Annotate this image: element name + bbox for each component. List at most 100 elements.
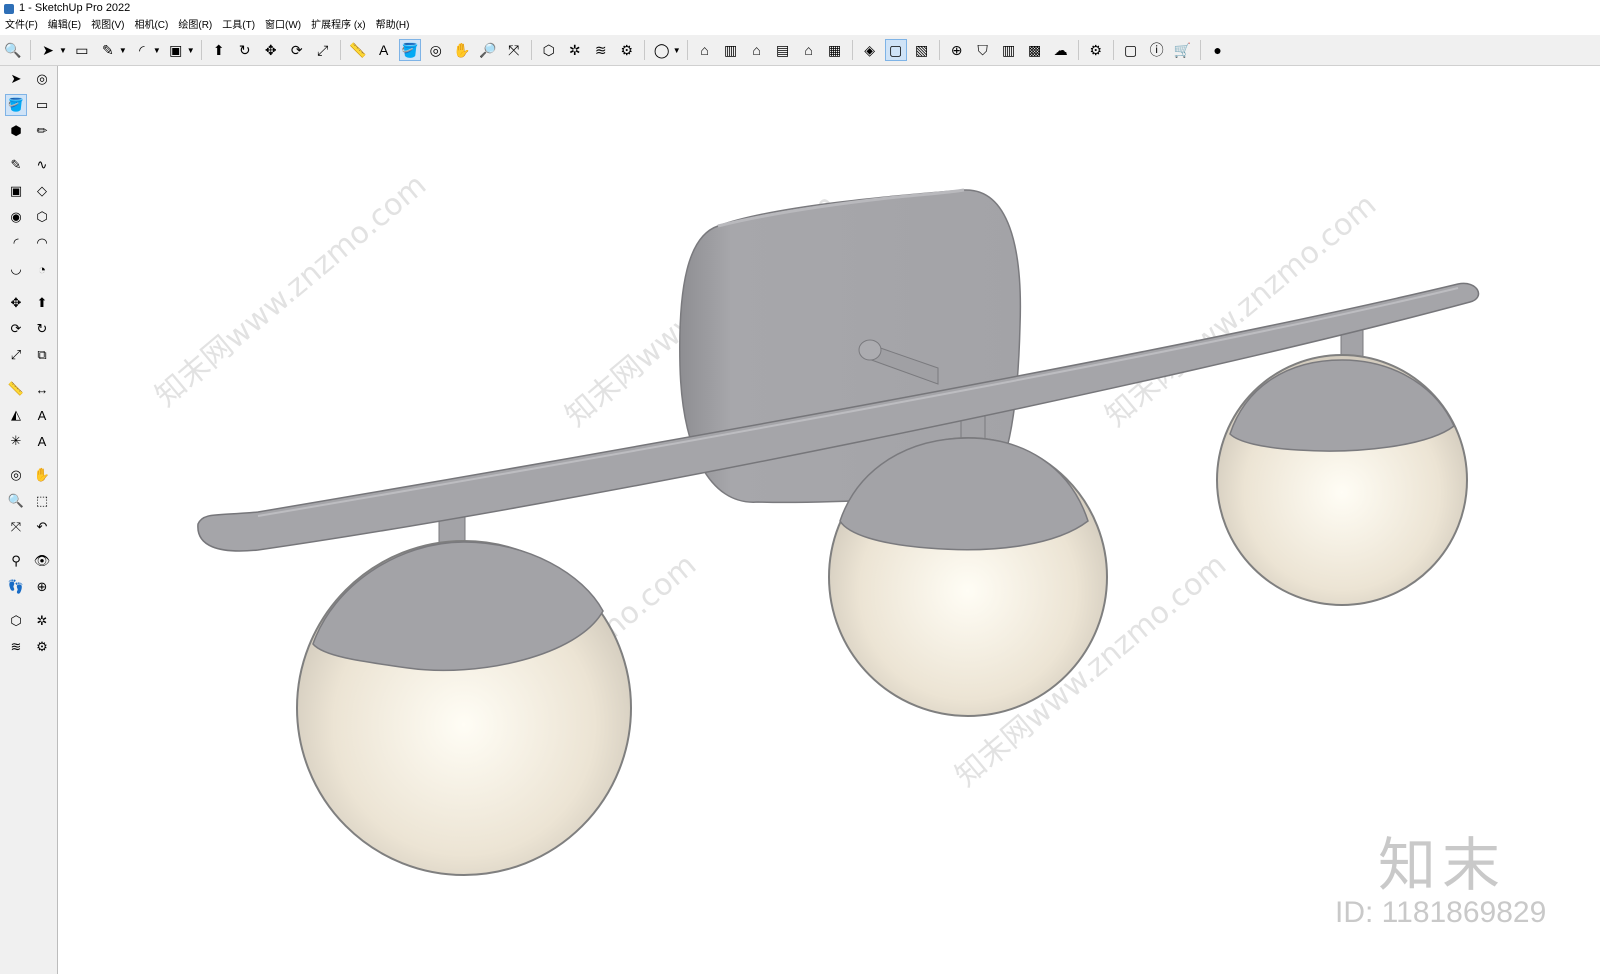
layout-icon[interactable]: ≋ xyxy=(5,636,27,658)
right-view-icon[interactable]: ▤ xyxy=(772,39,794,61)
arc-icon[interactable]: ◜ xyxy=(131,39,153,61)
push-pull-icon[interactable]: ⬆ xyxy=(208,39,230,61)
follow-me-icon[interactable]: ↻ xyxy=(31,318,53,340)
pan-icon[interactable]: ✋ xyxy=(451,39,473,61)
layout-icon[interactable]: ≋ xyxy=(590,39,612,61)
cloud-icon[interactable]: ☁ xyxy=(1050,39,1072,61)
rotate-icon[interactable]: ⟳ xyxy=(5,318,27,340)
zoom-window-icon[interactable]: ⬚ xyxy=(31,490,53,512)
cart-icon[interactable]: 🛒 xyxy=(1172,39,1194,61)
zoom-icon[interactable]: 🔍 xyxy=(5,490,27,512)
components-icon[interactable]: ▢ xyxy=(1120,39,1142,61)
protractor-icon[interactable]: ◭ xyxy=(5,404,27,426)
previous-view-icon[interactable]: ↶ xyxy=(31,516,53,538)
menu-item-5[interactable]: 工具(T) xyxy=(217,17,260,35)
settings-icon[interactable]: ⚙ xyxy=(1085,39,1107,61)
zoom-icon[interactable]: 🔍 xyxy=(2,39,24,61)
chevron-down-icon[interactable]: ▼ xyxy=(187,46,195,55)
left-view-icon[interactable]: ▦ xyxy=(824,39,846,61)
pie-icon[interactable]: ◔ xyxy=(31,258,53,280)
shadow-icon[interactable]: ▥ xyxy=(998,39,1020,61)
select-icon[interactable]: ➤ xyxy=(37,39,59,61)
three-point-arc-icon[interactable]: ◡ xyxy=(5,258,27,280)
zoom-tool-icon[interactable]: 🔎 xyxy=(477,39,499,61)
extension-warehouse-icon[interactable]: ✲ xyxy=(564,39,586,61)
rotated-rectangle-icon[interactable]: ◇ xyxy=(31,180,53,202)
move-icon[interactable]: ✥ xyxy=(5,292,27,314)
paint-bucket-icon[interactable]: 🪣 xyxy=(5,94,27,116)
scenes-icon[interactable]: ▧ xyxy=(911,39,933,61)
chevron-down-icon[interactable]: ▼ xyxy=(59,46,67,55)
pencil-icon[interactable]: ✎ xyxy=(5,154,27,176)
text-icon[interactable]: A xyxy=(373,39,395,61)
orbit-icon[interactable]: ◎ xyxy=(5,464,27,486)
chevron-down-icon[interactable]: ▼ xyxy=(119,46,127,55)
follow-me-icon[interactable]: ↻ xyxy=(234,39,256,61)
front-view-icon[interactable]: ▥ xyxy=(720,39,742,61)
outliner-icon[interactable]: ▢ xyxy=(884,39,907,61)
push-pull-icon[interactable]: ⬆ xyxy=(31,292,53,314)
menu-item-7[interactable]: 扩展程序 (x) xyxy=(306,17,370,35)
rotate-icon[interactable]: ⟳ xyxy=(286,39,308,61)
eraser-icon[interactable]: ▭ xyxy=(31,94,53,116)
dimension-icon[interactable]: ↔ xyxy=(31,378,53,400)
pencil-icon[interactable]: ✎ xyxy=(97,39,119,61)
arc-icon[interactable]: ◜ xyxy=(5,232,27,254)
scale-icon[interactable]: ⤢ xyxy=(312,39,334,61)
two-point-arc-icon[interactable]: ◠ xyxy=(31,232,53,254)
menu-item-4[interactable]: 绘图(R) xyxy=(173,17,217,35)
extension-warehouse-icon[interactable]: ✲ xyxy=(31,610,53,632)
solid-tools-icon[interactable]: ◈ xyxy=(859,39,881,61)
zoom-extents-icon[interactable]: ⤧ xyxy=(503,39,525,61)
menu-item-2[interactable]: 视图(V) xyxy=(86,17,129,35)
walk-icon[interactable]: 👣 xyxy=(5,576,27,598)
paint-bucket-icon[interactable]: 🪣 xyxy=(398,39,421,61)
axes-icon[interactable]: ✳ xyxy=(5,430,27,452)
extension-manager-icon[interactable]: ⚙ xyxy=(31,636,53,658)
back-view-icon[interactable]: ⌂ xyxy=(798,39,820,61)
info-icon[interactable]: ⓘ xyxy=(1146,39,1168,61)
rectangle-icon[interactable]: ▣ xyxy=(5,180,27,202)
menu-item-3[interactable]: 相机(C) xyxy=(129,17,173,35)
position-camera-icon[interactable]: ⚲ xyxy=(5,550,27,572)
orbit-icon[interactable]: ◎ xyxy=(425,39,447,61)
3d-text-icon[interactable]: A xyxy=(31,430,53,452)
tag-icon[interactable]: ✏ xyxy=(31,120,53,142)
circle-icon[interactable]: ◉ xyxy=(5,206,27,228)
tape-measure-icon[interactable]: 📏 xyxy=(347,39,369,61)
text-icon[interactable]: A xyxy=(31,404,53,426)
section-plane-icon[interactable]: ⊕ xyxy=(31,576,53,598)
freehand-icon[interactable]: ∿ xyxy=(31,154,53,176)
extension-manager-icon[interactable]: ⚙ xyxy=(616,39,638,61)
pan-icon[interactable]: ✋ xyxy=(31,464,53,486)
scale-icon[interactable]: ⤢ xyxy=(5,344,27,366)
geo-icon[interactable]: ⛉ xyxy=(972,39,994,61)
menu-item-6[interactable]: 窗口(W) xyxy=(260,17,306,35)
chevron-down-icon[interactable]: ▼ xyxy=(153,46,161,55)
component-icon[interactable]: ⬢ xyxy=(5,120,27,142)
home-icon[interactable]: ⌂ xyxy=(746,39,768,61)
rectangle-icon[interactable]: ▣ xyxy=(165,39,187,61)
tape-measure-icon[interactable]: 📏 xyxy=(5,378,27,400)
orbit-icon[interactable]: ◎ xyxy=(31,68,53,90)
add-location-icon[interactable]: ⊕ xyxy=(946,39,968,61)
zoom-extents-icon[interactable]: ⤧ xyxy=(5,516,27,538)
model-viewport[interactable]: 知末网www.znzmo.com 知末网www.znzmo.com 知末网www… xyxy=(58,66,1600,974)
account-icon[interactable]: ● xyxy=(1207,39,1229,61)
chevron-down-icon[interactable]: ▼ xyxy=(673,46,681,55)
warehouse-icon[interactable]: ⬡ xyxy=(5,610,27,632)
user-icon[interactable]: ◯ xyxy=(651,39,673,61)
move-icon[interactable]: ✥ xyxy=(260,39,282,61)
eraser-icon[interactable]: ▭ xyxy=(71,39,93,61)
menu-item-8[interactable]: 帮助(H) xyxy=(371,17,415,35)
select-icon[interactable]: ➤ xyxy=(5,68,27,90)
menu-item-1[interactable]: 编辑(E) xyxy=(43,17,86,35)
iso-view-icon[interactable]: ⌂ xyxy=(694,39,716,61)
menu-item-0[interactable]: 文件(F) xyxy=(0,17,43,35)
styles-icon[interactable]: ▩ xyxy=(1024,39,1046,61)
3d-warehouse-icon[interactable]: ⬡ xyxy=(538,39,560,61)
tool-row: ⬢ ✏ xyxy=(3,118,57,144)
polygon-icon[interactable]: ⬡ xyxy=(31,206,53,228)
offset-icon[interactable]: ⧉ xyxy=(31,344,53,366)
look-around-icon[interactable]: 👁 xyxy=(31,550,53,572)
